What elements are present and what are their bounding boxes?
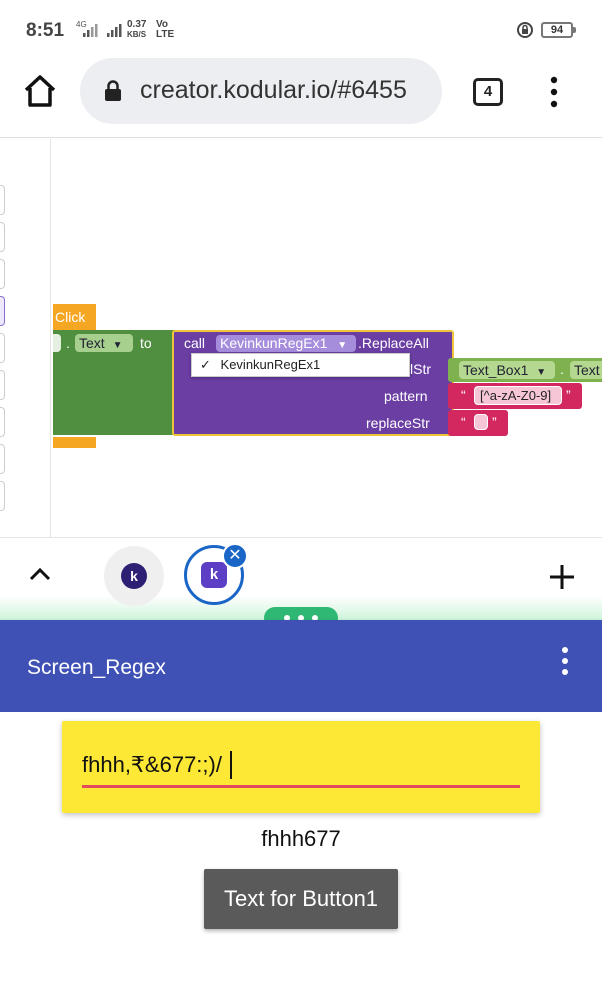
- setter-property-dropdown[interactable]: Text ▼: [75, 334, 133, 352]
- component-dropdown-menu[interactable]: ✓ KevinkunRegEx1: [191, 353, 410, 377]
- toolbox-tab[interactable]: [0, 222, 5, 252]
- quote-close-2: ”: [492, 414, 497, 430]
- quote-open-2: “: [461, 414, 466, 430]
- tab-switcher-button[interactable]: 4: [473, 78, 503, 106]
- text-box-value[interactable]: fhhh,₹&677:;)/: [82, 752, 222, 778]
- text-cursor: [230, 751, 232, 779]
- carrier-bottom: LTE: [156, 29, 175, 40]
- toolbox-tab[interactable]: [0, 407, 5, 437]
- text-box-underline: [82, 785, 520, 788]
- lock-icon: [105, 80, 121, 101]
- chevron-down-icon: ▼: [337, 340, 348, 351]
- alarm-lock-icon: [517, 22, 533, 38]
- toolbox-tab[interactable]: [0, 185, 5, 215]
- toolbox-tab[interactable]: [0, 481, 5, 511]
- call-label: call: [184, 335, 206, 351]
- signal-icon-2: [107, 24, 122, 37]
- close-icon[interactable]: ✕: [222, 543, 248, 569]
- dropdown-option[interactable]: KevinkunRegEx1: [221, 357, 321, 372]
- button1[interactable]: Text for Button1: [204, 869, 398, 929]
- result-label: fhhh677: [261, 826, 341, 851]
- network-speed: 0.37 KB/S: [127, 20, 146, 40]
- chevron-down-icon: ▼: [536, 367, 547, 378]
- event-block-header[interactable]: Click: [53, 304, 96, 330]
- check-icon: ✓: [200, 357, 211, 372]
- browser-menu-icon[interactable]: [548, 76, 560, 108]
- toolbox-tab-selected[interactable]: [0, 296, 5, 326]
- pattern-string-field[interactable]: [^a-zA-Z0-9]: [474, 386, 562, 405]
- screen-title: Screen_Regex: [27, 656, 166, 679]
- kodular-app-icon: k: [201, 562, 227, 588]
- replace-string-field[interactable]: [474, 414, 488, 430]
- quote-open: “: [461, 387, 466, 403]
- chevron-up-icon[interactable]: [28, 566, 52, 582]
- event-block-footer[interactable]: [53, 437, 96, 448]
- toolbox-tab[interactable]: [0, 444, 5, 474]
- carrier-label: Vo LTE: [156, 20, 174, 40]
- toolbox-tab[interactable]: [0, 370, 5, 400]
- url-text[interactable]: creator.kodular.io/#6455: [140, 76, 430, 105]
- method-label: .ReplaceAll: [358, 335, 429, 351]
- component-dropdown-label: KevinkunRegEx1: [220, 335, 328, 351]
- chevron-down-icon: ▼: [112, 340, 123, 351]
- speed-value: 0.37: [127, 19, 147, 30]
- speed-unit: KB/S: [127, 30, 147, 39]
- app-overflow-menu-icon[interactable]: [559, 646, 571, 676]
- quote-close: ”: [566, 387, 571, 403]
- component-dropdown[interactable]: KevinkunRegEx1 ▼: [216, 335, 356, 352]
- plus-icon[interactable]: [548, 563, 576, 591]
- battery-level: 94: [541, 22, 573, 38]
- status-time: 8:51: [26, 20, 65, 41]
- getter-dot: .: [560, 361, 564, 377]
- textbox-component-label: Text_Box1: [463, 362, 529, 378]
- workspace-divider: [50, 139, 51, 537]
- setter-component-stub[interactable]: [53, 334, 61, 352]
- kodular-logo-icon: k: [121, 563, 147, 589]
- slot-label-replacestr: replaceStr: [366, 415, 430, 431]
- textbox-component-dropdown[interactable]: Text_Box1 ▼: [459, 361, 555, 379]
- slot-label-str: lStr: [410, 361, 431, 377]
- setter-to-label: to: [140, 335, 152, 351]
- setter-property-label: Text: [79, 335, 105, 351]
- battery-tip: [573, 27, 576, 33]
- setter-dot: .: [66, 335, 70, 351]
- signal-icon: [83, 24, 98, 37]
- textbox-property-dropdown[interactable]: Text: [570, 361, 602, 379]
- slot-label-pattern: pattern: [384, 388, 428, 404]
- home-icon[interactable]: [22, 73, 58, 109]
- toolbox-tab[interactable]: [0, 333, 5, 363]
- toolbox-tab[interactable]: [0, 259, 5, 289]
